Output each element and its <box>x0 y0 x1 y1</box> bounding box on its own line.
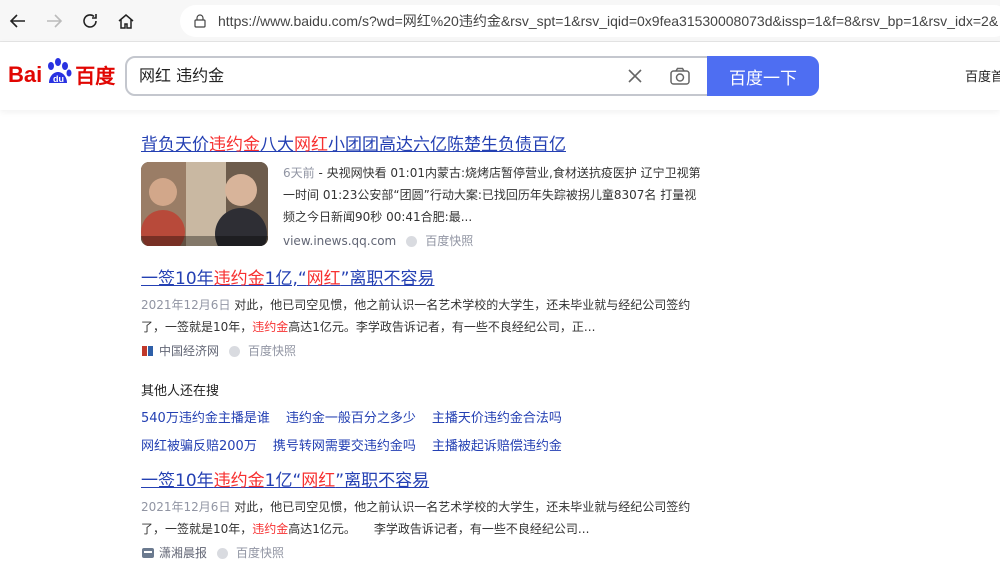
result-title[interactable]: 一签10年违约金1亿,“网红”离职不容易 <box>141 268 434 290</box>
lock-icon[interactable] <box>192 13 208 29</box>
top-nav-link[interactable]: 百度首 <box>965 66 1000 85</box>
search-input[interactable] <box>139 58 609 94</box>
related-search-link[interactable]: 网红被骗反赔200万 <box>141 435 257 454</box>
baidu-logo[interactable]: Bai du 百度 <box>8 57 116 89</box>
baidu-header: Bai du 百度 百度一下 百度首 <box>0 42 1000 110</box>
snapshot-link[interactable]: 百度快照 <box>236 542 284 564</box>
result-source: 中国经济网 百度快照 <box>141 340 691 362</box>
related-searches-row: 540万违约金主播是谁 违约金一般百分之多少 主播天价违约金合法吗 <box>141 407 701 426</box>
result-snippet: 6天前 - 央视网快看 01:01内蒙古:烧烤店暂停营业,食材送抗疫医护 辽宁卫… <box>283 162 703 252</box>
related-searches-row: 网红被骗反赔200万 携号转网需要交违约金吗 主播被起诉赔偿违约金 <box>141 435 701 454</box>
snapshot-icon <box>406 235 418 247</box>
svg-text:du: du <box>53 74 64 84</box>
snapshot-link[interactable]: 百度快照 <box>248 340 296 362</box>
browser-toolbar: https://www.baidu.com/s?wd=网红%20违约金&rsv_… <box>0 0 1000 42</box>
related-search-link[interactable]: 540万违约金主播是谁 <box>141 407 270 426</box>
result-thumbnail[interactable] <box>141 162 268 246</box>
refresh-icon <box>83 13 97 28</box>
result-source: view.inews.qq.com 百度快照 <box>283 230 703 252</box>
logo-text-bai: Bai <box>8 61 43 87</box>
related-searches-title: 其他人还在搜 <box>141 384 220 399</box>
related-search-link[interactable]: 违约金一般百分之多少 <box>286 407 416 426</box>
camera-icon[interactable] <box>669 65 691 87</box>
search-button[interactable]: 百度一下 <box>707 56 819 96</box>
result-source: 潇湘晨报 百度快照 <box>141 542 691 564</box>
snapshot-icon <box>217 547 229 559</box>
site-logo-icon <box>142 548 154 558</box>
related-search-link[interactable]: 携号转网需要交违约金吗 <box>273 435 416 454</box>
refresh-button[interactable] <box>72 3 108 39</box>
snapshot-icon <box>229 345 241 357</box>
home-button[interactable] <box>108 3 144 39</box>
site-logo-icon <box>142 346 153 356</box>
related-search-link[interactable]: 主播天价违约金合法吗 <box>432 407 562 426</box>
result-title[interactable]: 一签10年违约金1亿“网红”离职不容易 <box>141 470 429 492</box>
url-text[interactable]: https://www.baidu.com/s?wd=网红%20违约金&rsv_… <box>218 11 998 31</box>
address-bar[interactable]: https://www.baidu.com/s?wd=网红%20违约金&rsv_… <box>180 5 1000 37</box>
snapshot-link[interactable]: 百度快照 <box>425 230 473 252</box>
related-searches: 其他人还在搜 540万违约金主播是谁 违约金一般百分之多少 主播天价违约金合法吗… <box>141 380 701 463</box>
logo-text-cn: 百度 <box>75 64 116 88</box>
close-icon[interactable] <box>625 66 645 86</box>
result-title[interactable]: 背负天价违约金八大网红小团团高达六亿陈楚生负债百亿 <box>141 134 566 156</box>
source-name[interactable]: 中国经济网 <box>159 340 219 362</box>
source-url[interactable]: view.inews.qq.com <box>283 230 396 252</box>
source-name[interactable]: 潇湘晨报 <box>159 542 207 564</box>
result-snippet: 2021年12月6日 对此，他已司空见惯，他之前认识一名艺术学校的大学生，还未毕… <box>141 496 691 564</box>
video-thumbnail-image <box>141 162 268 246</box>
result-snippet: 2021年12月6日 对此，他已司空见惯，他之前认识一名艺术学校的大学生，还未毕… <box>141 294 691 362</box>
arrow-right-icon <box>47 13 63 28</box>
paw-icon: du <box>48 57 72 84</box>
home-icon <box>118 13 134 29</box>
arrow-left-icon <box>9 13 25 28</box>
back-button[interactable] <box>0 3 36 39</box>
related-search-link[interactable]: 主播被起诉赔偿违约金 <box>432 435 562 454</box>
forward-button[interactable] <box>36 3 72 39</box>
